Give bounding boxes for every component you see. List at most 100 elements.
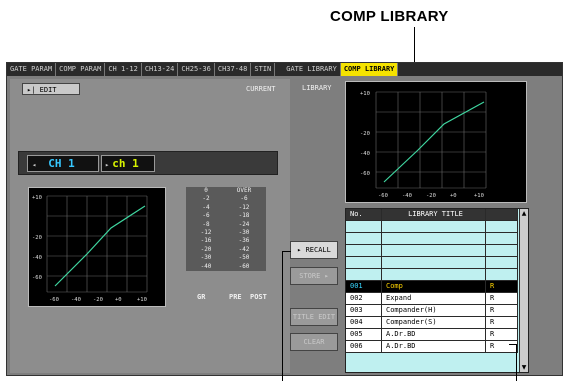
- channel-next-icon: ▸: [105, 161, 110, 169]
- tab-comp-library[interactable]: COMP LIBRARY: [340, 63, 399, 76]
- row-flag: R: [486, 329, 518, 340]
- recall-button[interactable]: ▸ RECALL: [290, 241, 338, 259]
- library-table: No. LIBRARY TITLE 001 Comp R 002 Expand …: [345, 208, 529, 373]
- graph-ytick: -60: [32, 275, 42, 281]
- library-graph-xtick: -60: [378, 193, 388, 199]
- current-label: CURRENT: [246, 85, 276, 93]
- row-no: [346, 233, 382, 244]
- table-row[interactable]: [346, 269, 518, 281]
- table-row[interactable]: 004 Compander(S) R: [346, 317, 518, 329]
- row-title: Expand: [382, 293, 486, 304]
- post-meter-label: POST: [250, 293, 267, 301]
- gr-meter-label: GR: [197, 293, 206, 301]
- callout-leader-vertical: [414, 27, 415, 63]
- channel-id-display[interactable]: ◂ CH 1: [27, 155, 99, 172]
- clear-button[interactable]: CLEAR: [290, 333, 338, 351]
- table-row[interactable]: 003 Compander(H) R: [346, 305, 518, 317]
- gr-scale-tick: -16: [200, 237, 212, 245]
- row-flag: R: [486, 305, 518, 316]
- table-row[interactable]: [346, 257, 518, 269]
- gr-meter-scale: 0 -2 -4 -6 -8 -12 -16 -20 -30 -40: [190, 187, 222, 271]
- edit-button[interactable]: ▸| EDIT: [22, 83, 80, 95]
- library-comp-curve: [383, 101, 485, 183]
- gr-scale-tick: -20: [200, 245, 212, 253]
- row-no: 001: [346, 281, 382, 292]
- recall-callout-leader-h: [282, 251, 291, 252]
- gr-scale-tick: -8: [202, 220, 210, 228]
- row-flag: R: [486, 281, 518, 292]
- channel-id: CH 1: [48, 157, 75, 170]
- level-scale-tick: -36: [238, 237, 250, 245]
- tab-gate-param[interactable]: GATE PARAM: [7, 63, 57, 76]
- title-edit-button[interactable]: TITLE EDIT: [290, 308, 338, 326]
- gr-scale-tick: -40: [200, 262, 212, 270]
- header-title: LIBRARY TITLE: [382, 209, 486, 220]
- tab-ch-13-24[interactable]: CH13-24: [142, 63, 179, 76]
- row-no: 002: [346, 293, 382, 304]
- graph-xtick: -20: [93, 297, 103, 303]
- row-no: [346, 221, 382, 232]
- table-row[interactable]: [346, 233, 518, 245]
- row-title: [382, 233, 486, 244]
- library-label: LIBRARY: [302, 84, 332, 92]
- row-title: A.Dr.BD: [382, 329, 486, 340]
- table-row-selected[interactable]: 001 Comp R: [346, 281, 518, 293]
- row-flag: [486, 257, 518, 268]
- row-no: [346, 257, 382, 268]
- tab-spacer: [275, 63, 283, 76]
- row-title: Compander(S): [382, 317, 486, 328]
- channel-name-display[interactable]: ▸ ch 1: [101, 155, 155, 172]
- gr-scale-tick: 0: [204, 187, 208, 194]
- graph-ytick: -20: [32, 235, 42, 241]
- library-graph-xtick: +10: [474, 193, 484, 199]
- level-scale-tick: -12: [238, 203, 250, 211]
- tab-gate-library[interactable]: GATE LIBRARY: [283, 63, 341, 76]
- level-meter-scale: OVER -6 -12 -18 -24 -30 -36 -42 -50 -60: [228, 187, 260, 271]
- meter-area: 0 -2 -4 -6 -8 -12 -16 -20 -30 -40 OVER -…: [186, 187, 266, 271]
- current-panel: ▸| EDIT CURRENT ◂ CH 1 ▸ ch 1 +10 -20 -40 …: [10, 79, 290, 373]
- row-no: 004: [346, 317, 382, 328]
- table-row[interactable]: [346, 221, 518, 233]
- table-row[interactable]: [346, 245, 518, 257]
- level-scale-tick: -30: [238, 229, 250, 237]
- library-graph-ytick: -40: [360, 151, 370, 157]
- row-title: [382, 269, 486, 280]
- scroll-callout-leader-h: [509, 344, 517, 345]
- gr-scale-tick: -6: [202, 212, 210, 220]
- row-no: [346, 269, 382, 280]
- store-button[interactable]: STORE ▸: [290, 267, 338, 285]
- library-graph-xtick: +0: [450, 193, 457, 199]
- table-row[interactable]: 002 Expand R: [346, 293, 518, 305]
- library-graph-ytick: -60: [360, 171, 370, 177]
- library-scrollbar[interactable]: ▲ ▼: [519, 209, 528, 372]
- tab-ch-37-48[interactable]: CH37-48: [215, 63, 252, 76]
- level-scale-tick: -42: [238, 245, 250, 253]
- row-no: 006: [346, 341, 382, 352]
- table-row[interactable]: 005 A.Dr.BD R: [346, 329, 518, 341]
- graph-xtick: +0: [115, 297, 122, 303]
- channel-prev-icon: ◂: [32, 161, 37, 169]
- graph-xtick: +10: [137, 297, 147, 303]
- channel-name: ch 1: [112, 157, 139, 170]
- tab-ch-1-12[interactable]: CH 1-12: [105, 63, 142, 76]
- scroll-down-icon[interactable]: ▼: [520, 363, 528, 372]
- library-comp-graph: +10 -20 -40 -60 -60 -40 -20 +0 +10: [345, 81, 527, 203]
- table-row[interactable]: 006 A.Dr.BD R: [346, 341, 518, 353]
- tab-comp-param[interactable]: COMP PARAM: [56, 63, 106, 76]
- scroll-callout-leader: [516, 344, 517, 381]
- table-header: No. LIBRARY TITLE: [346, 209, 518, 221]
- row-title: A.Dr.BD: [382, 341, 486, 352]
- pre-meter-label: PRE: [229, 293, 242, 301]
- row-no: 005: [346, 329, 382, 340]
- level-scale-tick: OVER: [236, 187, 252, 194]
- library-graph-xtick: -40: [402, 193, 412, 199]
- level-scale-tick: -24: [238, 220, 250, 228]
- row-no: 003: [346, 305, 382, 316]
- row-title: [382, 245, 486, 256]
- row-title: [382, 221, 486, 232]
- recall-callout-leader: [282, 251, 283, 381]
- tab-stin[interactable]: STIN: [251, 63, 276, 76]
- row-title: [382, 257, 486, 268]
- tab-ch-25-36[interactable]: CH25-36: [178, 63, 215, 76]
- scroll-up-icon[interactable]: ▲: [520, 209, 528, 218]
